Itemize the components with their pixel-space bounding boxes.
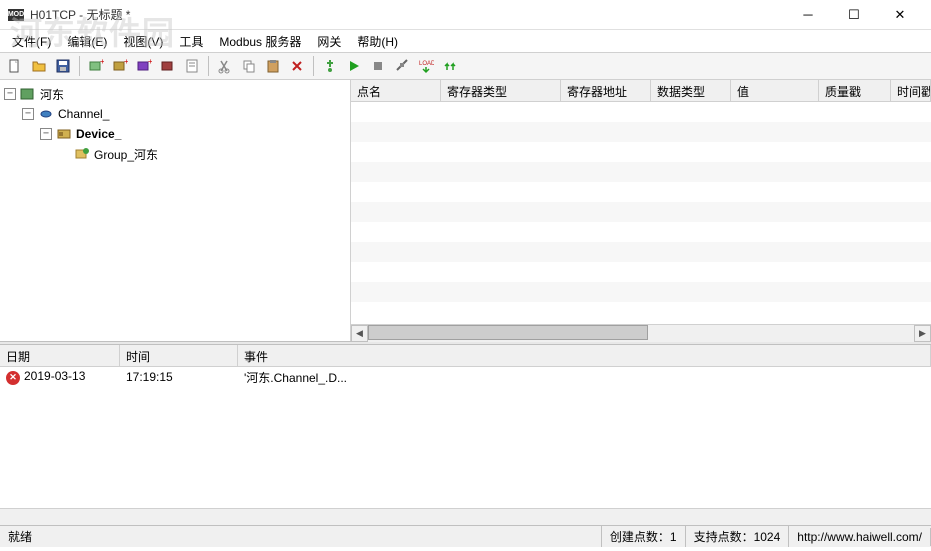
tb-save[interactable]: [52, 55, 74, 77]
col-value[interactable]: 值: [731, 80, 819, 101]
main-split: − 河东 − Channel_ − Device_: [0, 80, 931, 341]
col-name[interactable]: 点名: [351, 80, 441, 101]
device-icon: [56, 126, 72, 142]
col-timestamp[interactable]: 时间戳: [891, 80, 931, 101]
menu-file[interactable]: 文件(F): [4, 31, 59, 52]
menu-help[interactable]: 帮助(H): [349, 31, 406, 52]
window-title: H01TCP - 无标题 *: [30, 6, 785, 23]
log-event-cell: '河东.Channel_.D...: [238, 367, 931, 388]
log-row[interactable]: ✕2019-03-13 17:19:15 '河东.Channel_.D...: [0, 367, 931, 387]
log-body[interactable]: ✕2019-03-13 17:19:15 '河东.Channel_.D...: [0, 367, 931, 508]
status-url: http://www.haiwell.com/: [789, 528, 931, 546]
statusbar: 就绪 创建点数：1 支持点数：1024 http://www.haiwell.c…: [0, 525, 931, 547]
tree-label: 河东: [40, 86, 64, 103]
col-event[interactable]: 事件: [238, 345, 931, 366]
svg-text:+: +: [124, 58, 128, 66]
grid-body[interactable]: [351, 102, 931, 324]
tree-label: Device_: [76, 127, 121, 141]
svg-text:LOAD: LOAD: [419, 61, 434, 67]
tb-properties[interactable]: [181, 55, 203, 77]
tree-panel: − 河东 − Channel_ − Device_: [0, 80, 351, 341]
toolbar: + + + LOAD: [0, 52, 931, 80]
tb-add-channel[interactable]: +: [85, 55, 107, 77]
scroll-thumb[interactable]: [368, 325, 648, 340]
error-icon: ✕: [6, 371, 20, 385]
svg-text:+: +: [100, 58, 104, 66]
tb-add-group[interactable]: +: [133, 55, 155, 77]
tree-channel[interactable]: − Channel_: [22, 104, 346, 124]
svg-text:+: +: [148, 58, 152, 66]
tb-add-tag[interactable]: [157, 55, 179, 77]
minimize-button[interactable]: ─: [785, 0, 831, 30]
channel-icon: [38, 106, 54, 122]
log-panel: 日期 时间 事件 ✕2019-03-13 17:19:15 '河东.Channe…: [0, 345, 931, 525]
tb-open[interactable]: [28, 55, 50, 77]
titlebar: MOD H01TCP - 无标题 * ─ ☐ ✕: [0, 0, 931, 30]
col-quality[interactable]: 质量戳: [819, 80, 891, 101]
grid-header: 点名 寄存器类型 寄存器地址 数据类型 值 质量戳 时间戳: [351, 80, 931, 102]
scroll-right-icon[interactable]: ▶: [914, 325, 931, 342]
tree-group[interactable]: Group_河东: [58, 144, 346, 164]
menu-edit[interactable]: 编辑(E): [59, 31, 115, 52]
tree-label: Group_河东: [94, 146, 158, 163]
app-icon: MOD: [8, 9, 24, 21]
log-time-cell: 17:19:15: [120, 368, 238, 386]
menu-modbus-server[interactable]: Modbus 服务器: [211, 31, 309, 52]
menubar: 文件(F) 编辑(E) 视图(V) 工具 Modbus 服务器 网关 帮助(H): [0, 30, 931, 52]
tb-upload[interactable]: [439, 55, 461, 77]
expand-icon[interactable]: −: [40, 128, 52, 140]
tree-device[interactable]: − Device_: [40, 124, 346, 144]
log-date-cell: ✕2019-03-13: [0, 367, 120, 387]
close-button[interactable]: ✕: [877, 0, 923, 30]
tb-run[interactable]: [343, 55, 365, 77]
col-regtype[interactable]: 寄存器类型: [441, 80, 561, 101]
tb-delete[interactable]: [286, 55, 308, 77]
tb-stop[interactable]: [367, 55, 389, 77]
tb-add-device[interactable]: +: [109, 55, 131, 77]
menu-view[interactable]: 视图(V): [115, 31, 171, 52]
horizontal-scrollbar[interactable]: ◀ ▶: [351, 324, 931, 341]
project-icon: [20, 86, 36, 102]
menu-tools[interactable]: 工具: [171, 31, 211, 52]
expand-icon[interactable]: −: [4, 88, 16, 100]
status-created-points: 创建点数：1: [602, 526, 686, 547]
col-date[interactable]: 日期: [0, 345, 120, 366]
tb-paste[interactable]: [262, 55, 284, 77]
expand-icon[interactable]: −: [22, 108, 34, 120]
tb-cut[interactable]: [214, 55, 236, 77]
log-scrollbar[interactable]: [0, 508, 931, 525]
col-datatype[interactable]: 数据类型: [651, 80, 731, 101]
tree-label: Channel_: [58, 107, 109, 121]
log-header: 日期 时间 事件: [0, 345, 931, 367]
tb-settings[interactable]: [391, 55, 413, 77]
tb-pin[interactable]: [319, 55, 341, 77]
scroll-left-icon[interactable]: ◀: [351, 325, 368, 342]
tb-copy[interactable]: [238, 55, 260, 77]
group-icon: [74, 146, 90, 162]
grid-panel: 点名 寄存器类型 寄存器地址 数据类型 值 质量戳 时间戳 ◀ ▶: [351, 80, 931, 341]
scroll-track[interactable]: [368, 325, 914, 342]
tb-load[interactable]: LOAD: [415, 55, 437, 77]
status-supported-points: 支持点数：1024: [686, 526, 790, 547]
tree-root[interactable]: − 河东: [4, 84, 346, 104]
status-ready: 就绪: [0, 526, 602, 547]
tb-new[interactable]: [4, 55, 26, 77]
menu-gateway[interactable]: 网关: [309, 31, 349, 52]
maximize-button[interactable]: ☐: [831, 0, 877, 30]
col-time[interactable]: 时间: [120, 345, 238, 366]
col-regaddr[interactable]: 寄存器地址: [561, 80, 651, 101]
